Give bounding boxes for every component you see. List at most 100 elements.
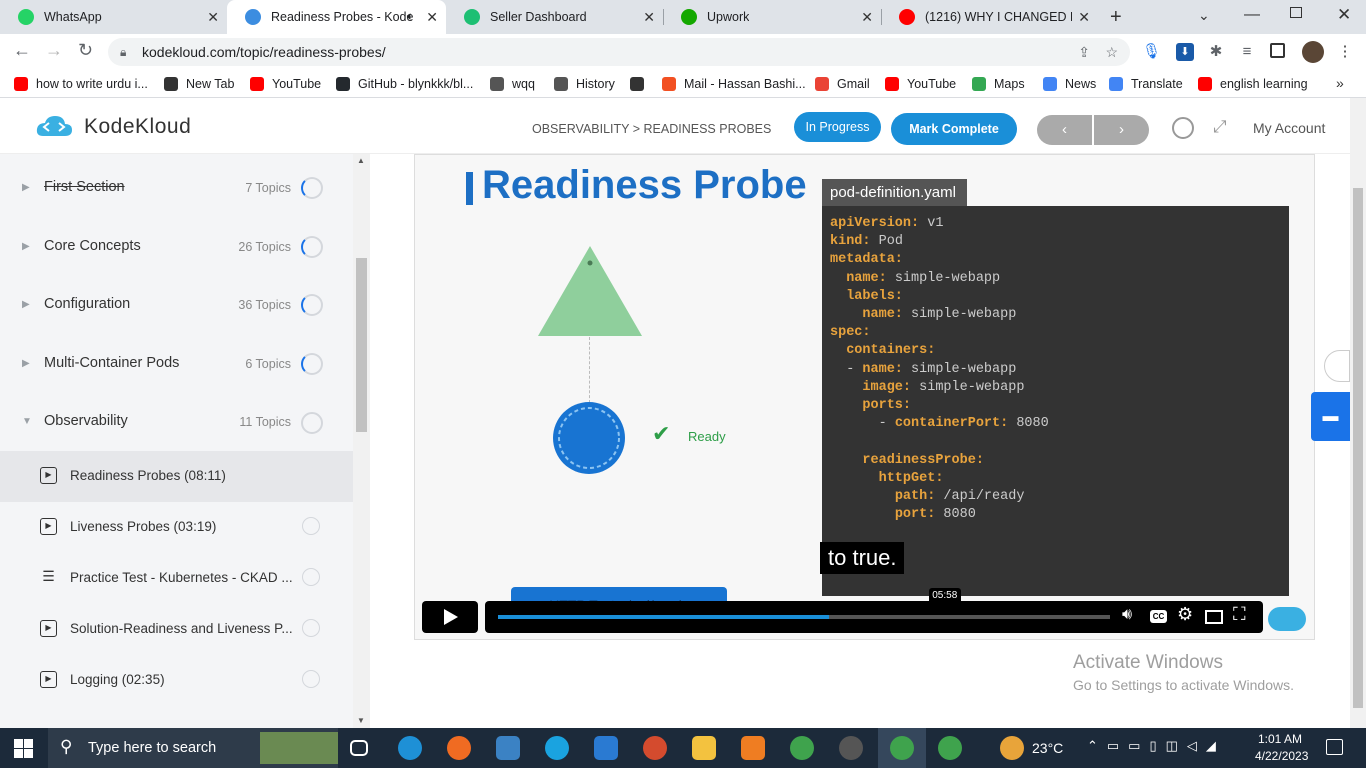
tray-icons[interactable]: ⌃▭▭▯◫◁◢ (1087, 738, 1225, 754)
bookmark-item[interactable]: YouTube (250, 76, 321, 92)
mark-complete-button[interactable]: Mark Complete (891, 113, 1017, 145)
bookmark-item[interactable]: New Tab (164, 76, 234, 92)
scroll-up-icon[interactable]: ▲ (357, 156, 365, 165)
caret-right-icon[interactable]: ▶ (22, 241, 30, 252)
chrome-profile-h-icon[interactable] (938, 736, 962, 760)
video-fullscreen-icon[interactable]: ⛶ (1233, 604, 1246, 625)
clock-time[interactable]: 1:01 AM (1258, 732, 1302, 746)
bookmark-item[interactable]: News (1043, 76, 1096, 92)
snail-app-icon[interactable] (643, 736, 667, 760)
chrome-menu-icon[interactable]: ⋮ (1336, 43, 1354, 61)
chrome-icon[interactable] (790, 736, 814, 760)
voice-mic-widget[interactable] (1324, 350, 1350, 382)
obs-icon[interactable] (839, 736, 863, 760)
site-logo-text[interactable]: KodeKloud (84, 115, 191, 139)
tab-close-icon[interactable]: ✕ (643, 9, 655, 26)
browser-tab[interactable]: Seller Dashboard ✕ (446, 0, 663, 34)
tab-close-icon[interactable]: ✕ (426, 9, 438, 26)
sidebar-section[interactable]: ▶ First Section 7 Topics (0, 160, 353, 218)
lesson-item[interactable]: ▶ Liveness Probes (03:19) (0, 502, 353, 553)
captions-icon[interactable]: CC (1150, 610, 1167, 623)
dark-mode-icon[interactable] (1172, 117, 1194, 139)
browser-tab[interactable]: Upwork ✕ (663, 0, 881, 34)
chrome-profile-icon[interactable] (890, 736, 914, 760)
file-explorer-icon[interactable] (692, 736, 716, 760)
mail-icon[interactable] (594, 736, 618, 760)
next-lesson-button[interactable]: › (1094, 115, 1149, 145)
store-icon[interactable] (496, 736, 520, 760)
task-view-icon[interactable] (350, 740, 368, 756)
bookmark-item[interactable]: wqq (490, 76, 535, 92)
fullscreen-icon[interactable]: ⤢ (1213, 117, 1227, 137)
lesson-item[interactable]: ☰ Practice Test - Kubernetes - CKAD ... (0, 553, 353, 604)
sidebar-section[interactable]: ▶ Configuration 36 Topics (0, 277, 353, 335)
settings-app-icon[interactable] (741, 736, 765, 760)
lesson-item[interactable]: ▶ Solution-Readiness and Liveness P... (0, 604, 353, 655)
sidebar-section[interactable]: ▼ Observability 11 Topics (0, 394, 353, 452)
kodekloud-logo-icon[interactable] (35, 114, 73, 140)
caret-right-icon[interactable]: ▶ (22, 182, 30, 193)
reload-icon[interactable]: ↻ (78, 40, 93, 61)
caret-right-icon[interactable]: ▶ (22, 299, 30, 310)
bookmark-item[interactable]: english learning (1198, 76, 1308, 92)
browser-tab[interactable]: Readiness Probes - Kode 🔈︎ ✕ (227, 0, 446, 34)
new-tab-button[interactable]: + (1110, 6, 1122, 29)
video-player[interactable]: Readiness Probe pod-definition.yaml apiV… (414, 154, 1315, 640)
lesson-item[interactable]: ▶ Logging (02:35) (0, 655, 353, 706)
tab-close-icon[interactable]: ✕ (207, 9, 219, 26)
page-scrollbar[interactable] (1350, 98, 1366, 728)
sidebar-scrollbar[interactable]: ▲ ▼ (353, 154, 370, 728)
share-icon[interactable]: ⇪ (1078, 38, 1090, 66)
bookmark-star-icon[interactable]: ☆ (1105, 38, 1118, 66)
back-icon[interactable]: ← (13, 40, 31, 61)
picture-in-picture-icon[interactable] (1205, 610, 1223, 624)
chat-widget-button[interactable]: ▬ (1311, 392, 1350, 441)
close-window-button[interactable]: ✕ (1337, 5, 1351, 25)
bookmark-item[interactable]: History (554, 76, 615, 92)
in-progress-button[interactable]: In Progress (794, 112, 881, 142)
microphone-extension-icon[interactable]: 🎙︎ (1142, 43, 1161, 61)
edge-icon[interactable] (398, 736, 422, 760)
bookmark-item[interactable]: Maps (972, 76, 1025, 92)
sidebar-section[interactable]: ▶ Multi-Container Pods 6 Topics (0, 336, 353, 394)
address-bar[interactable]: 🔒︎ kodekloud.com/topic/readiness-probes/… (108, 38, 1130, 66)
clock-date[interactable]: 4/22/2023 (1255, 749, 1308, 763)
side-panel-icon[interactable] (1270, 43, 1285, 58)
bookmark-item[interactable]: Gmail (815, 76, 870, 92)
volume-icon[interactable]: 🔊︎ (1122, 606, 1132, 624)
bookmark-item[interactable]: YouTube (885, 76, 956, 92)
sidebar-section[interactable]: ▶ Core Concepts 26 Topics (0, 219, 353, 277)
my-account-link[interactable]: My Account (1253, 120, 1325, 136)
bookmark-item[interactable] (630, 76, 652, 92)
notifications-icon[interactable] (1326, 739, 1343, 755)
scroll-down-icon[interactable]: ▼ (357, 716, 365, 725)
windows-start-icon[interactable] (14, 739, 33, 758)
minimize-button[interactable]: — (1244, 6, 1260, 24)
bookmark-item[interactable]: how to write urdu i... (14, 76, 148, 92)
play-button[interactable] (422, 601, 478, 633)
browser-tab[interactable]: (1216) WHY I CHANGED MY ✕ (881, 0, 1098, 34)
sidebar-scroll-thumb[interactable] (356, 258, 367, 432)
tab-audio-icon[interactable]: 🔈︎ (407, 9, 414, 24)
profile-avatar[interactable] (1302, 41, 1324, 63)
maximize-button[interactable] (1290, 7, 1302, 18)
firefox-icon[interactable] (447, 736, 471, 760)
tab-close-icon[interactable]: ✕ (861, 9, 873, 26)
forward-icon[interactable]: → (45, 40, 63, 61)
bookmark-item[interactable]: GitHub - blynkkk/bl... (336, 76, 473, 92)
settings-gear-icon[interactable]: ⚙ (1177, 604, 1193, 625)
taskbar-search-box[interactable]: ⚲ Type here to search (48, 728, 338, 768)
tab-close-icon[interactable]: ✕ (1078, 9, 1090, 26)
bookmark-item[interactable]: Translate (1109, 76, 1183, 92)
temperature-text[interactable]: 23°C (1032, 740, 1063, 756)
tab-search-icon[interactable]: ⌄ (1198, 7, 1210, 24)
previous-lesson-button[interactable]: ‹ (1037, 115, 1092, 145)
player-logo-icon[interactable] (1268, 607, 1306, 631)
progress-track[interactable] (498, 615, 1110, 619)
skype-icon[interactable] (545, 736, 569, 760)
lesson-item[interactable]: ▶ Readiness Probes (08:11) (0, 451, 353, 502)
browser-tab[interactable]: WhatsApp ✕ (0, 0, 227, 34)
download-extension-icon[interactable]: ⬇ (1176, 43, 1194, 61)
page-scroll-thumb[interactable] (1353, 188, 1363, 708)
more-bookmarks-icon[interactable]: » (1336, 75, 1344, 91)
